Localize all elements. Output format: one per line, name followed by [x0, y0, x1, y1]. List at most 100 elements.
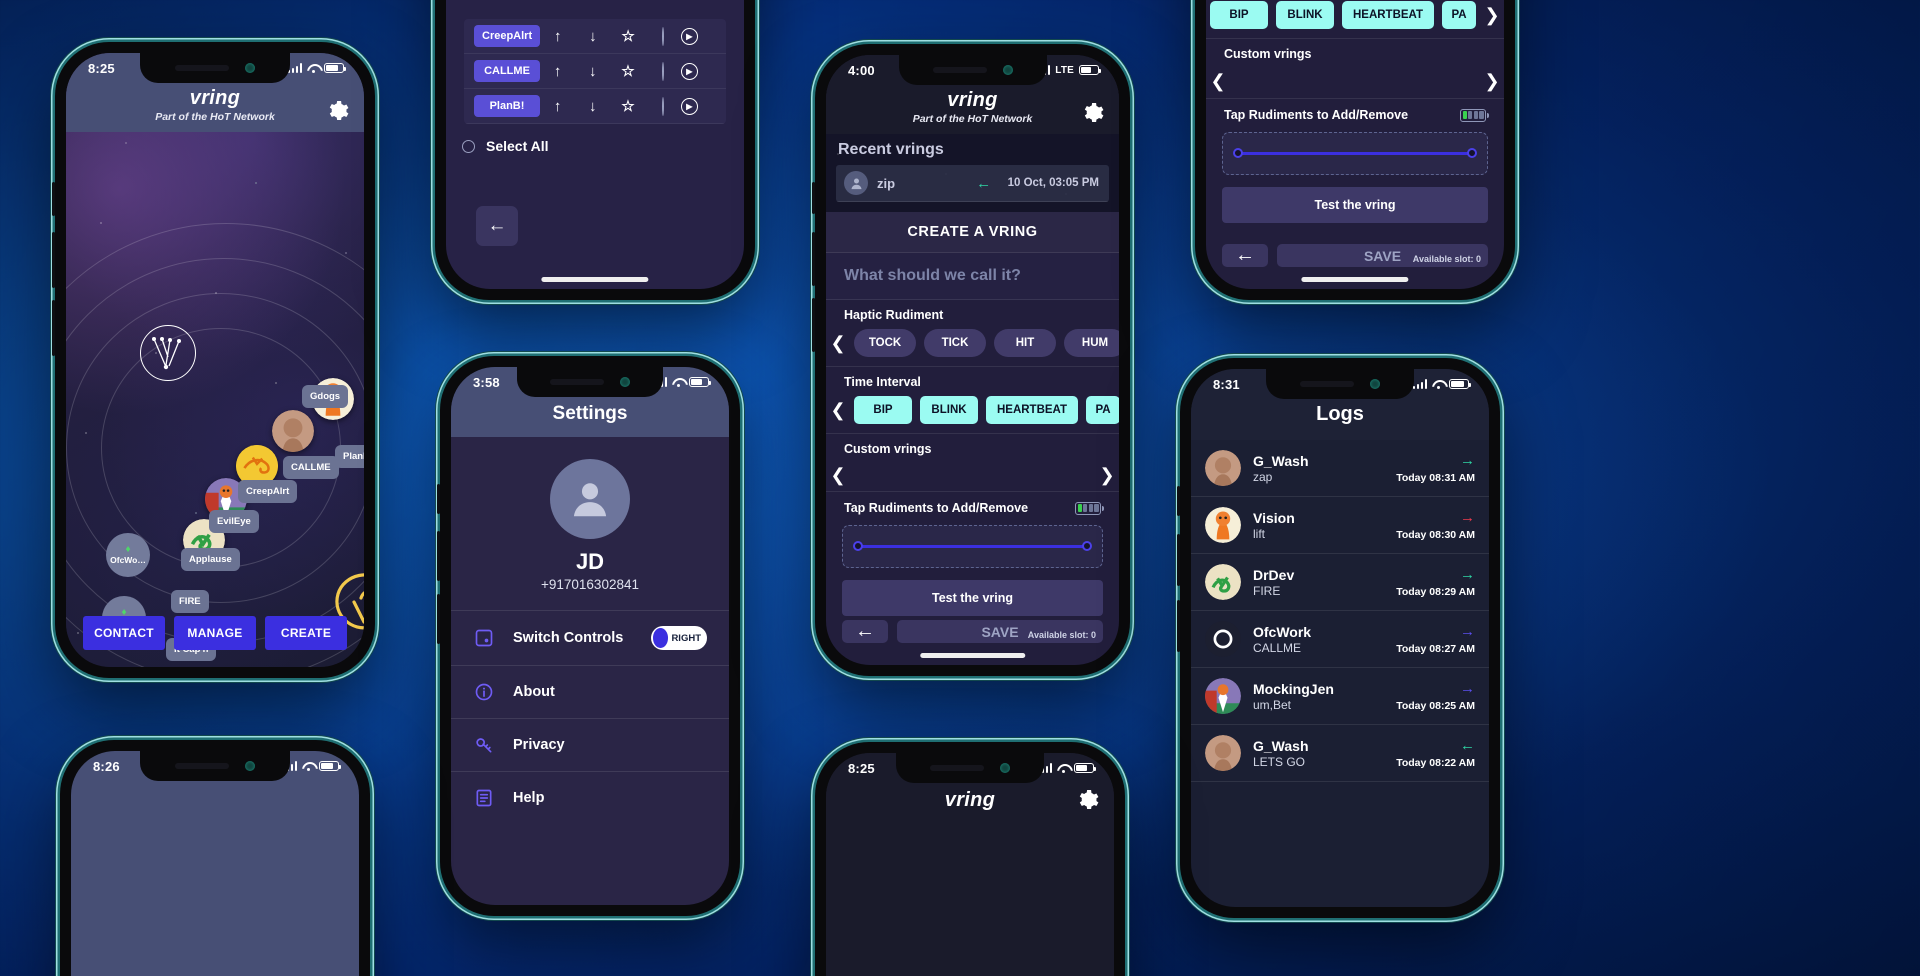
switch-controls-toggle[interactable]: RIGHT [651, 626, 707, 650]
orbit-node-avatar[interactable] [272, 410, 314, 452]
settings-screen: Settings JD +917016302841 Switch Control… [451, 367, 729, 905]
settings-row-label: Switch Controls [513, 630, 624, 646]
haptic-option-tock[interactable]: TOCK [854, 329, 916, 357]
time-option-heartbeat[interactable]: HEARTBEAT [1342, 1, 1434, 29]
time-option-pa[interactable]: PA [1086, 396, 1119, 424]
rudiment-slider[interactable] [1222, 132, 1488, 175]
chevron-left-icon[interactable]: ❮ [830, 400, 846, 421]
log-row[interactable]: G_Wash LETS GO ← Today 08:22 AM [1191, 725, 1489, 782]
favorite-star-icon[interactable]: ☆ [610, 27, 645, 45]
contact-button[interactable]: CONTACT [83, 616, 165, 650]
log-row[interactable]: Vision lift → Today 08:30 AM [1191, 497, 1489, 554]
log-row[interactable]: OfcWork CALLME → Today 08:27 AM [1191, 611, 1489, 668]
move-up-icon[interactable]: ↑ [540, 98, 575, 115]
settings-row-label: About [513, 684, 555, 700]
log-row[interactable]: MockingJen um,Bet → Today 08:25 AM [1191, 668, 1489, 725]
vring-name-input[interactable]: What should we call it? [826, 253, 1119, 300]
manage-button[interactable]: MANAGE [174, 616, 256, 650]
manage-row[interactable]: CreepAlrt ↑ ↓ ☆ ▶ [464, 19, 726, 54]
time-option-blink[interactable]: BLINK [1276, 1, 1334, 29]
chevron-left-icon[interactable]: ❮ [1210, 71, 1226, 92]
manage-row[interactable]: PlanB! ↑ ↓ ☆ ▶ [464, 89, 726, 124]
haptic-option-tick[interactable]: TICK [924, 329, 986, 357]
rudiment-slider[interactable] [842, 525, 1103, 568]
haptic-option-hit[interactable]: HIT [994, 329, 1056, 357]
play-icon[interactable]: ▶ [680, 62, 698, 80]
select-all-label: Select All [486, 138, 549, 154]
save-button[interactable]: SAVE Available slot: 0 [897, 620, 1103, 643]
direction-arrow-icon: → [1460, 452, 1475, 469]
move-down-icon[interactable]: ↓ [575, 63, 610, 80]
bottom-middle-screen: vring 8:25 [826, 753, 1114, 976]
manage-row[interactable]: CALLME ↑ ↓ ☆ ▶ [464, 54, 726, 89]
time-option-heartbeat[interactable]: HEARTBEAT [986, 396, 1078, 424]
haptic-rudiment-label: Haptic Rudiment [844, 308, 944, 322]
move-down-icon[interactable]: ↓ [575, 28, 610, 45]
select-all-row[interactable]: Select All [446, 124, 744, 168]
create-button[interactable]: CREATE [265, 616, 347, 650]
gear-icon[interactable] [1076, 788, 1100, 812]
radio-button[interactable] [662, 61, 665, 81]
radio-button[interactable] [662, 96, 665, 116]
log-row[interactable]: G_Wash zap → Today 08:31 AM [1191, 440, 1489, 497]
log-name: Vision [1253, 509, 1295, 526]
brand-name: vring [189, 87, 241, 109]
orbit-chip-ofcwork[interactable]: ♦ OfcWo… [106, 533, 150, 577]
settings-row-help[interactable]: Help [451, 771, 729, 824]
time-option-pa[interactable]: PA [1442, 1, 1476, 29]
time-option-bip[interactable]: BIP [854, 396, 912, 424]
radio-button[interactable] [462, 139, 475, 153]
vring-tag[interactable]: PlanB! [474, 95, 540, 117]
move-up-icon[interactable]: ↑ [540, 28, 575, 45]
favorite-star-icon[interactable]: ☆ [610, 97, 645, 115]
avatar [1205, 621, 1241, 657]
orbit-chip-callme[interactable]: CALLME [283, 456, 339, 479]
favorite-star-icon[interactable]: ☆ [610, 62, 645, 80]
vring-tag[interactable]: CreepAlrt [474, 25, 541, 47]
recent-row[interactable]: zip ← 10 Oct, 03:05 PM [836, 165, 1109, 202]
move-up-icon[interactable]: ↑ [540, 63, 575, 80]
avatar [1205, 735, 1241, 771]
vring-tag[interactable]: CALLME [474, 60, 540, 82]
gear-icon[interactable] [1081, 101, 1105, 125]
radio-button[interactable] [662, 26, 665, 46]
time-option-blink[interactable]: BLINK [920, 396, 978, 424]
log-row[interactable]: DrDev FIRE → Today 08:29 AM [1191, 554, 1489, 611]
log-time: Today 08:31 AM [1396, 472, 1475, 484]
orbit-chip-creepalrt[interactable]: CreepAlrt [238, 480, 298, 503]
gear-icon[interactable] [326, 99, 350, 123]
settings-row-switch-controls[interactable]: Switch Controls RIGHT [451, 610, 729, 665]
time-option-bip[interactable]: BIP [1210, 1, 1268, 29]
test-vring-button[interactable]: Test the vring [1222, 186, 1488, 223]
orbit-chip-gdogs[interactable]: Gdogs [302, 385, 349, 408]
back-arrow-icon[interactable]: ← [842, 620, 888, 643]
battery-icon [1079, 65, 1101, 75]
save-button[interactable]: SAVE Available slot: 0 [1277, 244, 1488, 267]
galaxy-background [66, 53, 364, 667]
test-vring-button[interactable]: Test the vring [842, 579, 1103, 616]
chevron-left-icon[interactable]: ❮ [830, 333, 846, 354]
back-arrow-icon[interactable]: ← [1222, 244, 1268, 267]
settings-row-about[interactable]: About [451, 665, 729, 718]
move-down-icon[interactable]: ↓ [575, 98, 610, 115]
bottom-left-phone: 8:26 [60, 740, 370, 976]
user-name: JD [575, 549, 605, 574]
back-arrow-icon[interactable]: ← [476, 206, 518, 246]
play-icon[interactable]: ▶ [680, 27, 698, 45]
log-vring: CALLME [1253, 640, 1302, 655]
wifi-icon [307, 63, 319, 73]
haptic-option-hum[interactable]: HUM [1064, 329, 1119, 357]
chevron-right-icon[interactable]: ❯ [1484, 5, 1500, 26]
play-icon[interactable]: ▶ [680, 97, 698, 115]
log-name: G_Wash [1253, 452, 1309, 469]
settings-row-privacy[interactable]: Privacy [451, 718, 729, 771]
orbit-chip-applause[interactable]: Applause [181, 548, 240, 571]
log-time: Today 08:30 AM [1396, 529, 1475, 541]
chevron-left-icon[interactable]: ❮ [830, 465, 846, 486]
orbit-chip-evileye[interactable]: EvilEye [209, 510, 259, 533]
orbit-chip-fire[interactable]: FIRE [171, 590, 209, 613]
chevron-right-icon[interactable]: ❯ [1099, 465, 1115, 486]
chevron-right-icon[interactable]: ❯ [1484, 71, 1500, 92]
orbit-chip-planb[interactable]: PlanB! [335, 445, 364, 468]
avatar[interactable] [550, 459, 630, 539]
